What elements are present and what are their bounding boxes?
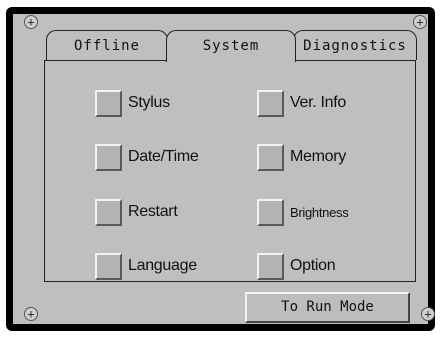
restart-label: Restart xyxy=(128,203,178,220)
brightness-label: Brightness xyxy=(290,204,349,220)
date-time-button[interactable]: Date/Time xyxy=(95,143,199,171)
restart-button[interactable]: Restart xyxy=(95,198,178,226)
option-button[interactable]: Option xyxy=(257,252,336,280)
to-run-mode-button[interactable]: To Run Mode xyxy=(245,292,410,323)
tab-diagnostics[interactable]: Diagnostics xyxy=(293,30,417,60)
option-button-box[interactable] xyxy=(257,252,284,280)
language-button[interactable]: Language xyxy=(95,252,197,280)
option-label: Option xyxy=(290,257,336,274)
screw-icon: + xyxy=(413,15,427,29)
ver-info-button[interactable]: Ver. Info xyxy=(257,89,346,117)
restart-button-box[interactable] xyxy=(95,198,122,226)
date-time-label: Date/Time xyxy=(128,148,199,165)
tab-system[interactable]: System xyxy=(166,30,296,62)
stylus-label: Stylus xyxy=(128,94,170,111)
ver-info-label: Ver. Info xyxy=(290,94,347,111)
tab-offline[interactable]: Offline xyxy=(46,30,168,60)
stylus-button-box[interactable] xyxy=(95,89,122,117)
screw-icon: + xyxy=(24,307,38,321)
memory-button-box[interactable] xyxy=(257,143,284,171)
screw-icon: + xyxy=(421,307,435,321)
system-tab-content: Stylus Date/Time Restart Language Ver. I… xyxy=(44,60,416,282)
stylus-button[interactable]: Stylus xyxy=(95,89,170,117)
memory-button[interactable]: Memory xyxy=(257,143,346,171)
language-label: Language xyxy=(128,257,197,274)
brightness-button-box[interactable] xyxy=(257,198,284,226)
screw-icon: + xyxy=(24,15,38,29)
ver-info-button-box[interactable] xyxy=(257,89,284,117)
date-time-button-box[interactable] xyxy=(95,143,122,171)
language-button-box[interactable] xyxy=(95,252,122,280)
brightness-button[interactable]: Brightness xyxy=(257,198,349,226)
memory-label: Memory xyxy=(290,148,346,165)
